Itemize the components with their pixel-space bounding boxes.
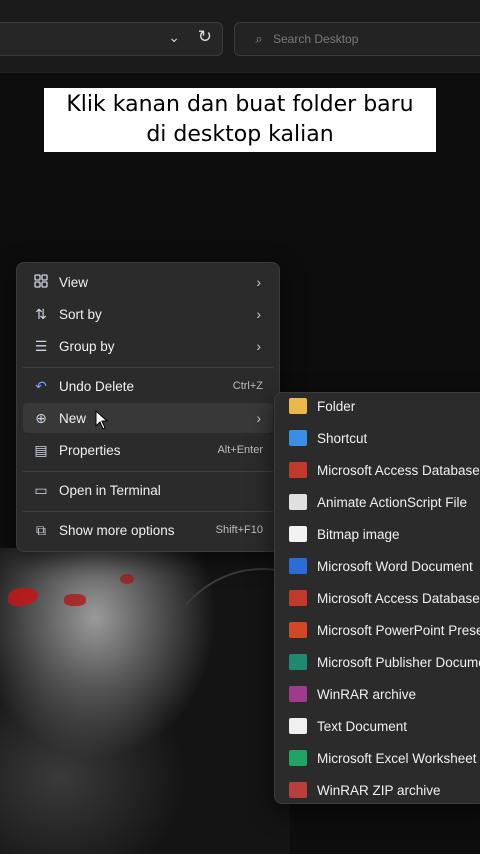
chevron-down-icon[interactable]: ⌄: [168, 29, 180, 46]
view-grid-icon: [23, 273, 59, 291]
menu-item-new[interactable]: ⊕ New ›: [23, 403, 273, 433]
actionscript-file-icon: [289, 494, 307, 510]
desktop-wallpaper: [0, 548, 374, 854]
menu-item-label: View: [59, 274, 89, 290]
submenu-item-winrar-zip[interactable]: WinRAR ZIP archive: [281, 775, 480, 803]
menu-item-label: Open in Terminal: [59, 482, 161, 498]
chevron-right-icon: ›: [256, 274, 261, 290]
chevron-right-icon: ›: [256, 338, 261, 354]
submenu-item-access-database[interactable]: Microsoft Access Database: [281, 455, 480, 485]
menu-item-label: Properties: [59, 442, 121, 458]
search-icon: ⌕: [255, 31, 263, 46]
menu-item-group-by[interactable]: ☰ Group by ›: [23, 331, 273, 361]
menu-item-label: Sort by: [59, 306, 102, 322]
submenu-item-label: WinRAR ZIP archive: [317, 782, 441, 798]
submenu-item-excel[interactable]: Microsoft Excel Worksheet: [281, 743, 480, 773]
menu-item-label: New: [59, 410, 87, 426]
access-icon: [289, 462, 307, 478]
submenu-item-text-document[interactable]: Text Document: [281, 711, 480, 741]
excel-icon: [289, 750, 307, 766]
menu-item-properties[interactable]: ▤ Properties Alt+Enter: [23, 435, 273, 465]
chevron-right-icon: ›: [256, 306, 261, 322]
word-icon: [289, 558, 307, 574]
new-submenu: Folder Shortcut Microsoft Access Databas…: [274, 392, 480, 804]
submenu-item-label: Text Document: [317, 718, 408, 734]
winrar-icon: [289, 686, 307, 702]
menu-item-open-in-terminal[interactable]: ▭ Open in Terminal: [23, 475, 273, 505]
submenu-item-powerpoint[interactable]: Microsoft PowerPoint Presentation: [281, 615, 480, 645]
address-bar[interactable]: ⌄ ↻: [0, 22, 223, 56]
menu-item-label: Show more options: [59, 522, 175, 538]
menu-divider: [23, 511, 273, 512]
show-more-icon: ⧉: [36, 521, 46, 538]
caption-overlay: Klik kanan dan buat folder baru di deskt…: [44, 88, 436, 152]
submenu-item-shortcut[interactable]: Shortcut: [281, 423, 480, 453]
menu-item-sort-by[interactable]: ⇅ Sort by ›: [23, 299, 273, 329]
group-list-icon: ☰: [34, 337, 48, 354]
search-box[interactable]: ⌕ Search Desktop: [234, 22, 480, 56]
access-icon: [289, 590, 307, 606]
submenu-item-word-document[interactable]: Microsoft Word Document: [281, 551, 480, 581]
menu-item-view[interactable]: View ›: [23, 267, 273, 297]
submenu-item-label: Bitmap image: [317, 526, 400, 542]
undo-icon: ↶: [35, 377, 47, 394]
shortcut-icon: [289, 430, 307, 446]
search-placeholder[interactable]: Search Desktop: [273, 32, 358, 46]
submenu-item-bitmap[interactable]: Bitmap image: [281, 519, 480, 549]
desktop-context-menu: View › ⇅ Sort by › ☰ Group by › ↶ Undo D…: [16, 262, 280, 552]
submenu-item-label: Microsoft Access Database: [317, 462, 480, 478]
submenu-item-label: Microsoft PowerPoint Presentation: [317, 622, 480, 638]
menu-divider: [23, 367, 273, 368]
winrar-zip-icon: [289, 782, 307, 798]
submenu-item-publisher[interactable]: Microsoft Publisher Document: [281, 647, 480, 677]
submenu-item-access-database-2[interactable]: Microsoft Access Database: [281, 583, 480, 613]
shortcut-label: Alt+Enter: [217, 444, 263, 456]
mouse-cursor-icon: [95, 410, 109, 430]
caption-line-1: Klik kanan dan buat folder baru: [66, 92, 414, 117]
chevron-right-icon: ›: [256, 410, 261, 426]
shortcut-label: Ctrl+Z: [232, 380, 263, 392]
submenu-item-label: Animate ActionScript File: [317, 494, 468, 510]
submenu-item-label: Microsoft Publisher Document: [317, 654, 480, 670]
submenu-item-winrar[interactable]: WinRAR archive: [281, 679, 480, 709]
menu-divider: [23, 471, 273, 472]
refresh-icon[interactable]: ↻: [198, 27, 212, 47]
explorer-toolbar: ⌄ ↻ ⌕ Search Desktop: [0, 0, 480, 73]
menu-item-show-more-options[interactable]: ⧉ Show more options Shift+F10: [23, 515, 273, 545]
caption-line-2: di desktop kalian: [146, 122, 334, 147]
powerpoint-icon: [289, 622, 307, 638]
submenu-item-label: Folder: [317, 398, 356, 414]
submenu-item-label: Microsoft Excel Worksheet: [317, 750, 477, 766]
submenu-item-label: WinRAR archive: [317, 686, 417, 702]
publisher-icon: [289, 654, 307, 670]
submenu-item-folder[interactable]: Folder: [281, 393, 480, 421]
sort-icon: ⇅: [35, 305, 47, 322]
submenu-item-actionscript[interactable]: Animate ActionScript File: [281, 487, 480, 517]
submenu-item-label: Shortcut: [317, 430, 368, 446]
bitmap-icon: [289, 526, 307, 542]
folder-icon: [289, 398, 307, 414]
submenu-item-label: Microsoft Word Document: [317, 558, 473, 574]
menu-item-label: Group by: [59, 338, 115, 354]
text-document-icon: [289, 718, 307, 734]
menu-item-label: Undo Delete: [59, 378, 135, 394]
properties-icon: ▤: [34, 441, 48, 458]
terminal-icon: ▭: [34, 481, 48, 498]
shortcut-label: Shift+F10: [215, 524, 263, 536]
menu-item-undo-delete[interactable]: ↶ Undo Delete Ctrl+Z: [23, 371, 273, 401]
plus-circle-icon: ⊕: [35, 409, 47, 426]
submenu-item-label: Microsoft Access Database: [317, 590, 480, 606]
